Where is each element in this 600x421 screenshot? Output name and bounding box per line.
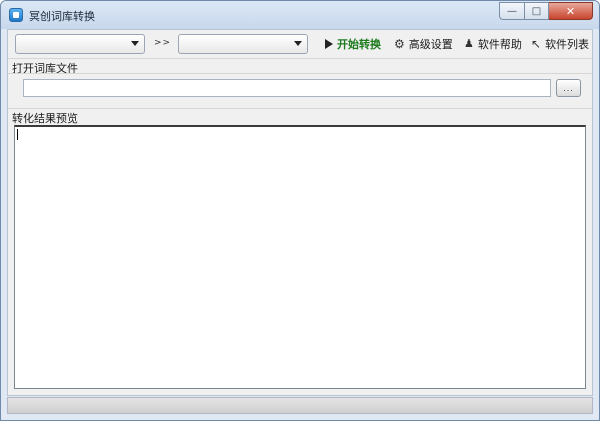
file-path-input[interactable] [23,79,551,97]
chevron-down-icon [294,41,302,46]
text-caret [17,129,18,140]
advanced-settings-button[interactable]: ⚙ 高级设置 [394,36,453,52]
cursor-icon: ↖ [531,37,542,51]
software-list-label: 软件列表 [545,38,590,51]
preview-section-label: 转化结果预览 [12,112,78,125]
convert-direction-arrows: >> [154,38,172,48]
advanced-settings-label: 高级设置 [408,38,453,51]
divider [8,73,592,74]
window-controls: — □ ✕ [499,2,593,20]
conversion-preview-textarea[interactable] [14,125,586,389]
window-title: 冥创词库转换 [29,10,95,23]
divider [8,108,592,109]
person-icon: ♟ [464,37,474,50]
title-bar[interactable]: 冥创词库转换 — □ ✕ [1,1,599,29]
minimize-button[interactable]: — [499,2,525,20]
source-format-select[interactable] [15,34,145,54]
divider [8,58,592,59]
app-icon [9,8,23,22]
close-button[interactable]: ✕ [549,2,593,20]
software-help-button[interactable]: ♟ 软件帮助 [464,36,522,52]
status-bar [7,397,593,414]
client-area: >> 开始转换 ⚙ 高级设置 ♟ 软件帮助 ↖ 软件列表 打开词库文件 ... … [7,29,593,396]
main-window: 冥创词库转换 — □ ✕ >> 开始转换 ⚙ 高级设置 ♟ 软件帮助 ↖ 软件列… [0,0,600,421]
maximize-icon: □ [531,5,542,17]
start-convert-label: 开始转换 [337,38,381,51]
toolbar: >> 开始转换 ⚙ 高级设置 ♟ 软件帮助 ↖ 软件列表 [8,30,592,58]
software-list-button[interactable]: ↖ 软件列表 [531,36,589,52]
software-help-label: 软件帮助 [477,38,522,51]
maximize-button[interactable]: □ [525,2,549,20]
target-format-select[interactable] [178,34,308,54]
start-convert-button[interactable]: 开始转换 [325,36,381,52]
browse-button[interactable]: ... [556,79,581,97]
play-icon [325,39,333,49]
chevron-down-icon [131,41,139,46]
minimize-icon: — [507,5,517,17]
gear-icon: ⚙ [394,37,405,51]
close-icon: ✕ [565,4,576,18]
